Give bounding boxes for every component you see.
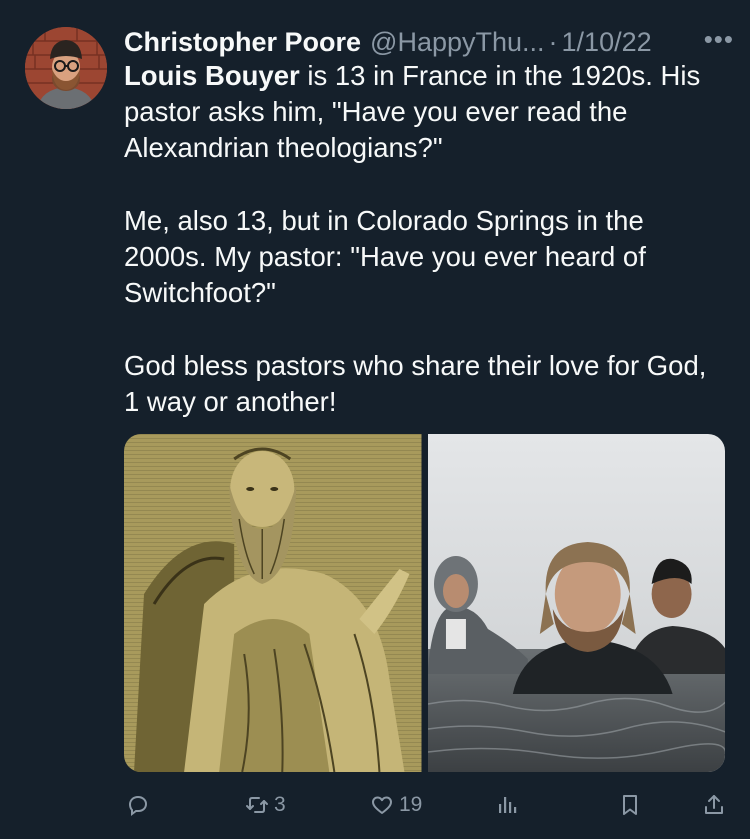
- action-bar: 3 19: [124, 788, 730, 822]
- retweet-icon: [245, 793, 269, 817]
- avatar[interactable]: [25, 27, 107, 109]
- views-icon: [495, 793, 519, 817]
- tweet[interactable]: Christopher Poore @HappyThu... · 1/10/22…: [0, 0, 750, 839]
- retweet-button[interactable]: 3: [245, 788, 286, 822]
- retweet-count: 3: [274, 793, 286, 816]
- author-handle[interactable]: @HappyThu...: [370, 27, 545, 58]
- avatar-image: [25, 27, 107, 109]
- tweet-text: Louis Bouyer is 13 in France in the 1920…: [124, 58, 724, 420]
- tweet-paragraph-2: Me, also 13, but in Colorado Springs in …: [124, 204, 646, 309]
- like-count: 19: [399, 793, 423, 816]
- mention-text: Louis Bouyer: [124, 60, 300, 91]
- share-button[interactable]: [702, 788, 726, 822]
- separator-dot: ·: [548, 26, 558, 57]
- tweet-paragraph-1: Louis Bouyer is 13 in France in the 1920…: [124, 58, 724, 167]
- like-button[interactable]: 19: [370, 788, 422, 822]
- views-button[interactable]: [495, 788, 519, 822]
- bookmark-button[interactable]: [618, 788, 642, 822]
- tweet-header: Christopher Poore @HappyThu... · 1/10/22…: [124, 22, 734, 62]
- engraving-image[interactable]: [124, 434, 422, 772]
- bookmark-icon: [618, 793, 642, 817]
- more-icon[interactable]: •••: [704, 24, 734, 55]
- share-icon: [702, 793, 726, 817]
- heart-icon: [370, 793, 394, 817]
- reply-icon: [126, 793, 150, 817]
- tweet-date[interactable]: 1/10/22: [562, 27, 652, 58]
- reply-button[interactable]: [126, 788, 150, 822]
- band-photo-image[interactable]: [427, 434, 725, 772]
- tweet-paragraph-3: God bless pastors who share their love f…: [124, 349, 707, 417]
- author-name[interactable]: Christopher Poore: [124, 27, 361, 58]
- media-grid: [124, 434, 725, 772]
